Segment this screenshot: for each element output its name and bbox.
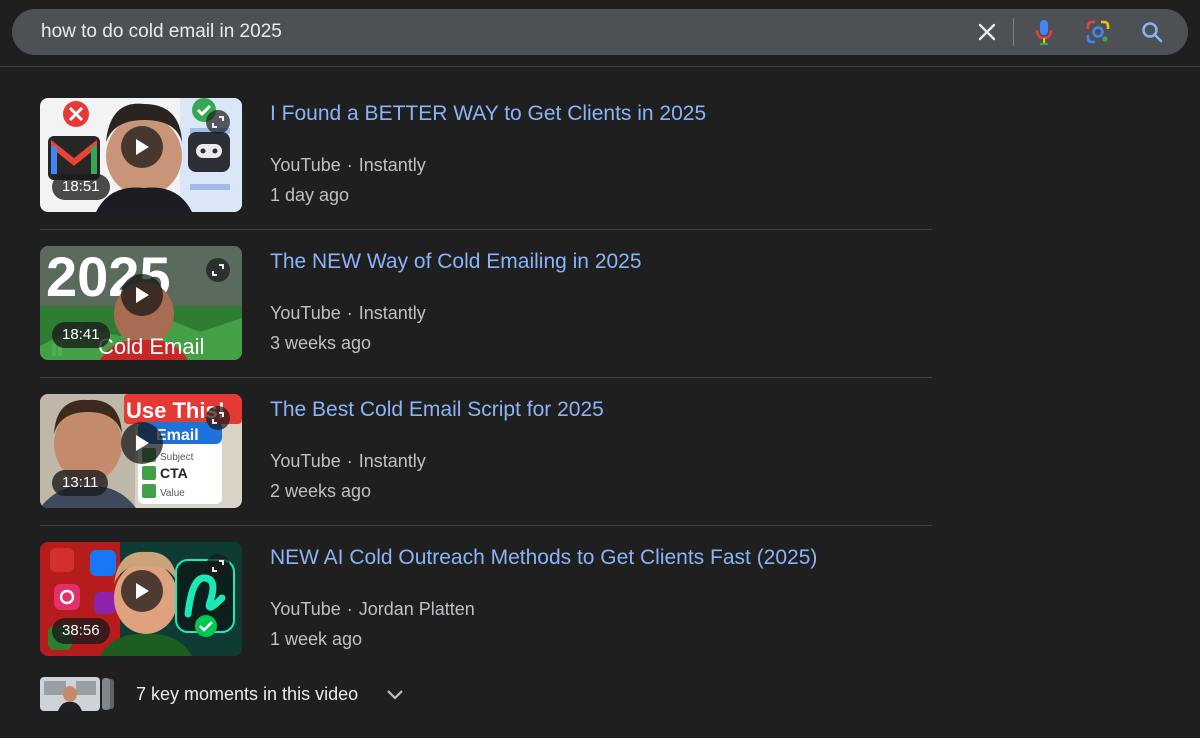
result-age: 1 day ago [270,185,350,205]
key-moments-toggle[interactable]: 7 key moments in this video [40,676,404,712]
video-duration: 18:41 [52,322,110,348]
result-age: 1 week ago [270,629,363,649]
result-age: 2 weeks ago [270,481,372,501]
source-name: YouTube [270,155,341,175]
result-source: YouTube · Instantly [270,303,426,324]
video-duration: 38:56 [52,618,110,644]
key-moments-thumbnail-stack [40,677,114,711]
result-source: YouTube · Jordan Platten [270,599,475,620]
thumbnail-caption-text: Cold Email [98,334,204,359]
separator-dot: · [346,451,353,471]
result-divider [40,229,932,230]
video-thumbnail[interactable]: Use This! Email Subject CTA Value 13:11 [40,394,242,508]
separator-dot: · [346,599,353,619]
video-results: 18:51 I Found a BETTER WAY to Get Client… [40,98,932,656]
result-source: YouTube · Instantly [270,155,426,176]
video-thumbnail[interactable]: 2025 Cold Email 18:41 [40,246,242,360]
play-icon [121,274,163,316]
video-thumbnail[interactable]: 38:56 [40,542,242,656]
video-result: 2025 Cold Email 18:41 The NEW Way of Col… [40,246,932,360]
play-icon [121,570,163,612]
search-icon[interactable] [1130,9,1174,55]
separator-dot: · [346,303,353,323]
channel-name: Jordan Platten [358,599,475,619]
video-duration: 18:51 [52,174,110,200]
expand-icon[interactable] [206,406,230,430]
source-name: YouTube [270,451,341,471]
video-thumbnail[interactable]: 18:51 [40,98,242,212]
expand-icon[interactable] [206,110,230,134]
play-icon [121,422,163,464]
source-name: YouTube [270,599,341,619]
result-divider [40,377,932,378]
channel-name: Instantly [358,303,426,323]
result-source: YouTube · Instantly [270,451,426,472]
chevron-down-icon[interactable] [386,688,404,700]
close-icon[interactable] [965,9,1009,55]
video-duration: 13:11 [52,470,109,496]
result-title-link[interactable]: NEW AI Cold Outreach Methods to Get Clie… [270,546,817,570]
thumbnail-item-text: Subject [160,452,194,463]
thumbnail-item-text: CTA [160,465,188,481]
play-icon [121,126,163,168]
source-name: YouTube [270,303,341,323]
search-box[interactable] [12,9,1188,55]
key-moments-label: 7 key moments in this video [136,683,359,704]
google-lens-icon[interactable] [1076,9,1120,55]
result-title-link[interactable]: I Found a BETTER WAY to Get Clients in 2… [270,102,706,126]
video-result: 18:51 I Found a BETTER WAY to Get Client… [40,98,932,212]
search-input[interactable] [41,12,965,52]
separator-dot: · [346,155,353,175]
top-bar [0,0,1200,67]
thumbnail-item-text: Value [160,488,185,499]
expand-icon[interactable] [206,258,230,282]
channel-name: Instantly [358,451,426,471]
microphone-icon[interactable] [1022,9,1066,55]
expand-icon[interactable] [206,554,230,578]
channel-name: Instantly [358,155,426,175]
search-divider [1013,18,1014,46]
result-title-link[interactable]: The Best Cold Email Script for 2025 [270,398,604,422]
video-result: Use This! Email Subject CTA Value 13:11 … [40,394,932,508]
result-divider [40,525,932,526]
key-moments-thumbnails [40,677,116,711]
result-age: 3 weeks ago [270,333,372,353]
video-result: 38:56 NEW AI Cold Outreach Methods to Ge… [40,542,932,656]
result-title-link[interactable]: The NEW Way of Cold Emailing in 2025 [270,250,642,274]
